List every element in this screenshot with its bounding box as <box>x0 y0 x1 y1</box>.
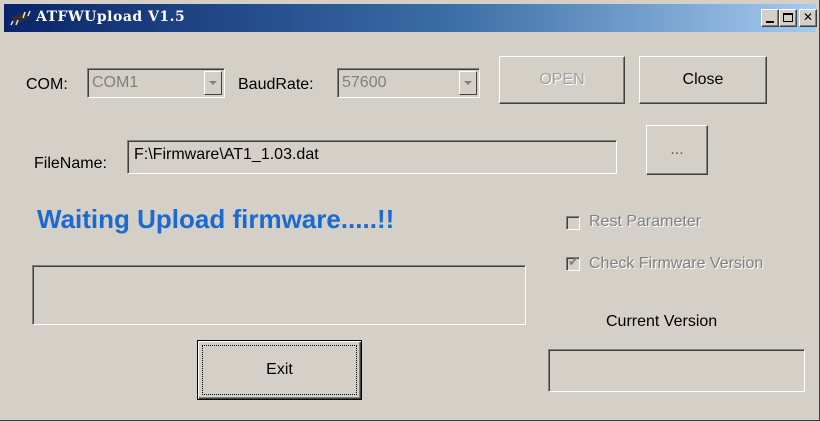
current-version-label: Current Version <box>606 313 718 330</box>
chevron-down-icon[interactable] <box>459 71 477 95</box>
exit-button[interactable]: Exit <box>197 340 362 400</box>
com-select[interactable]: COM1 <box>87 68 225 98</box>
filename-value: F:\Firmware\AT1_1.03.dat <box>134 146 319 163</box>
close-button[interactable]: Close <box>639 56 767 104</box>
open-button[interactable]: OPEN <box>499 56 625 104</box>
checkmark-icon: ✔ <box>568 255 579 270</box>
browse-button[interactable]: ... <box>646 125 708 175</box>
chevron-down-icon[interactable] <box>204 71 222 95</box>
close-window-button[interactable]: ✕ <box>799 9 817 27</box>
check-firmware-label: Check Firmware Version <box>589 255 764 272</box>
com-select-value: COM1 <box>92 74 139 91</box>
rest-parameter-checkbox[interactable] <box>566 216 580 230</box>
filename-label: FileName: <box>34 155 107 172</box>
close-icon: ✕ <box>802 10 814 24</box>
maximize-button[interactable] <box>779 9 797 27</box>
progress-box <box>32 265 526 325</box>
rest-parameter-label: Rest Parameter <box>589 213 702 230</box>
window-title: ATFWUpload V1.5 <box>36 9 186 25</box>
minimize-button[interactable] <box>761 9 779 27</box>
chip-icon <box>10 10 31 26</box>
baudrate-select-value: 57600 <box>342 74 387 91</box>
current-version-field <box>548 349 805 392</box>
baudrate-select[interactable]: 57600 <box>337 68 480 98</box>
com-label: COM: <box>26 76 68 93</box>
minimize-icon <box>766 21 774 23</box>
app-window: ATFWUpload V1.5 ✕ COM: COM1 BaudRate: 57… <box>0 0 820 421</box>
title-bar[interactable]: ATFWUpload V1.5 ✕ <box>4 4 817 32</box>
focus-rect <box>202 345 357 395</box>
check-firmware-checkbox[interactable]: ✔ <box>566 255 580 271</box>
filename-field[interactable]: F:\Firmware\AT1_1.03.dat <box>127 140 617 174</box>
status-message: Waiting Upload firmware.....!! <box>37 204 395 234</box>
baudrate-label: BaudRate: <box>238 76 314 93</box>
maximize-icon <box>783 13 793 22</box>
